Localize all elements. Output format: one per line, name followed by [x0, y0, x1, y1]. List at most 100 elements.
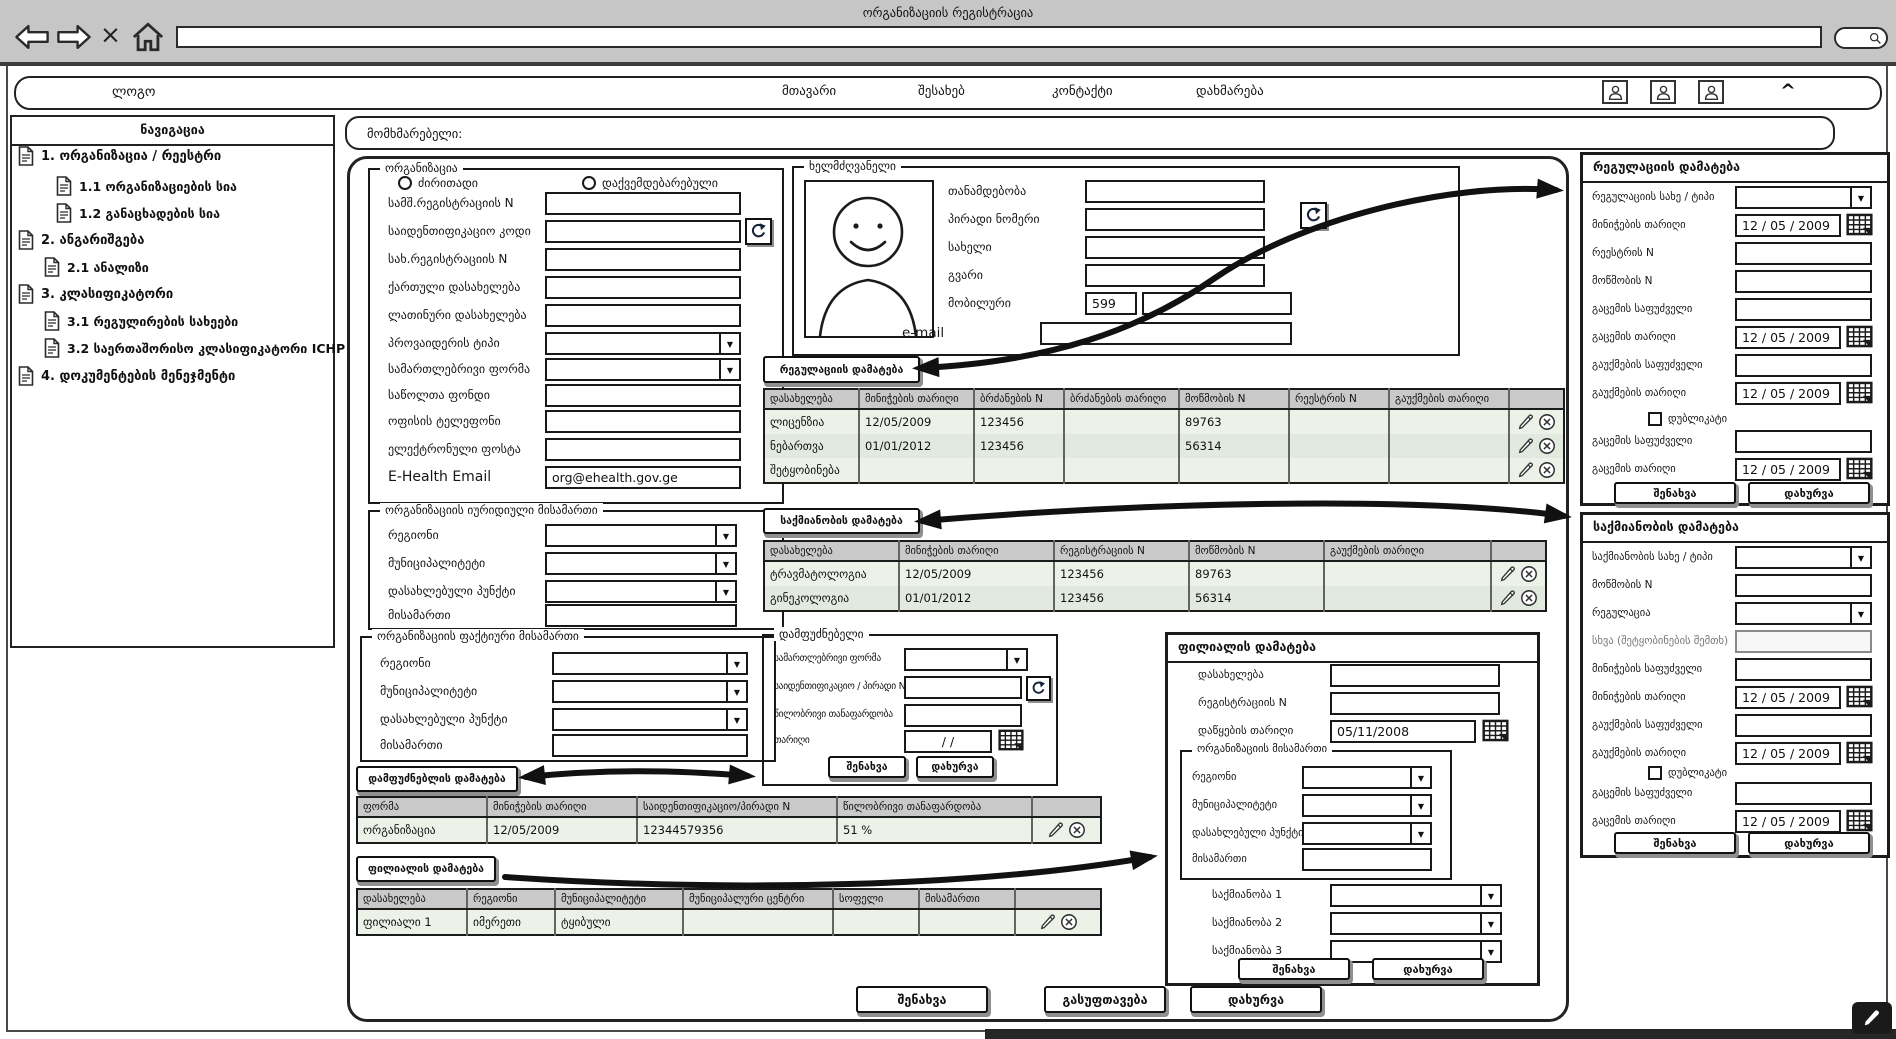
regulation-cancel-basis-input[interactable] — [1735, 354, 1872, 377]
sidebar-item-international-classifier[interactable]: 3.2 საერთაშორისო კლასიფიკატორი ICHP — [44, 338, 345, 358]
first-name-input[interactable] — [1085, 236, 1265, 259]
form-close-button[interactable]: დახურვა — [1190, 986, 1322, 1013]
ehealth-email-input[interactable]: org@ehealth.gov.ge — [545, 466, 741, 489]
refresh-button[interactable] — [1026, 676, 1051, 701]
mobile-input[interactable] — [1142, 292, 1292, 315]
position-input[interactable] — [1085, 180, 1265, 203]
sidebar-item-applications-list[interactable]: 1.2 განაცხადების სია — [56, 203, 220, 223]
delete-icon[interactable] — [1520, 565, 1538, 583]
email-input[interactable] — [545, 438, 741, 461]
branch-close-button[interactable]: დახურვა — [1372, 958, 1484, 980]
office-phone-input[interactable] — [545, 410, 741, 433]
activity-assign-basis-input[interactable] — [1735, 658, 1872, 681]
actual-settlement-dropdown[interactable]: ▼ — [552, 708, 748, 731]
regulation-assign-date-input[interactable]: 12 / 05 / 2009 — [1735, 214, 1841, 237]
calendar-icon[interactable] — [1482, 718, 1509, 743]
edit-icon[interactable] — [1047, 821, 1065, 839]
back-icon[interactable] — [14, 22, 50, 52]
branch-municipality-dropdown[interactable]: ▼ — [1302, 794, 1432, 817]
sidebar-item-classifier[interactable]: 3. კლასიფიკატორი — [18, 284, 173, 304]
activity-cancel-date-input[interactable]: 12 / 05 / 2009 — [1735, 742, 1841, 765]
actual-region-dropdown[interactable]: ▼ — [552, 652, 748, 675]
org-state-reg-input[interactable] — [545, 248, 741, 271]
duplicate-checkbox[interactable] — [1648, 412, 1662, 426]
regulation-cancel-date-input[interactable]: 12 / 05 / 2009 — [1735, 382, 1841, 405]
nav-about[interactable]: შესახებ — [918, 84, 965, 99]
radio-subordinate-org[interactable] — [582, 176, 596, 190]
regulation-issue-basis-input[interactable] — [1735, 298, 1872, 321]
activity-type-dropdown[interactable]: ▼ — [1735, 546, 1872, 569]
add-activity-button[interactable]: საქმიანობის დამატება — [763, 508, 920, 534]
activity-save-button[interactable]: შენახვა — [1614, 832, 1736, 854]
branch-start-date-input[interactable]: 05/11/2008 — [1330, 720, 1476, 743]
form-save-button[interactable]: შენახვა — [856, 986, 988, 1013]
actual-municipality-dropdown[interactable]: ▼ — [552, 680, 748, 703]
founder-save-button[interactable]: შენახვა — [828, 756, 906, 778]
sidebar-item-organizations-list[interactable]: 1.1 ორგანიზაციების სია — [56, 176, 237, 196]
branch-settlement-dropdown[interactable]: ▼ — [1302, 822, 1432, 845]
stop-icon[interactable]: × — [100, 20, 121, 49]
actual-address-input[interactable] — [552, 734, 748, 757]
user-button-2[interactable] — [1650, 80, 1676, 104]
regulation-dup-issue-date-input[interactable]: 12 / 05 / 2009 — [1735, 458, 1841, 481]
calendar-icon[interactable] — [1846, 684, 1873, 709]
branch-reg-number-input[interactable] — [1330, 692, 1500, 715]
org-reg-number-input[interactable] — [545, 192, 741, 215]
forward-icon[interactable] — [56, 22, 92, 52]
org-latin-name-input[interactable] — [545, 304, 741, 327]
refresh-button[interactable] — [1300, 202, 1327, 229]
branch-region-dropdown[interactable]: ▼ — [1302, 766, 1432, 789]
home-icon[interactable] — [129, 20, 167, 54]
edit-icon[interactable] — [1039, 913, 1057, 931]
calendar-icon[interactable] — [1846, 212, 1873, 237]
branch-activity1-dropdown[interactable]: ▼ — [1330, 884, 1502, 907]
edit-icon[interactable] — [1499, 565, 1517, 583]
legal-address-input[interactable] — [545, 604, 737, 627]
sidebar-item-reporting[interactable]: 2. ანგარიშგება — [18, 230, 144, 250]
legal-region-dropdown[interactable]: ▼ — [545, 524, 737, 547]
user-button-3[interactable] — [1698, 80, 1724, 104]
delete-icon[interactable] — [1538, 437, 1556, 455]
activity-dup-issue-date-input[interactable]: 12 / 05 / 2009 — [1735, 810, 1841, 833]
edit-icon[interactable] — [1499, 589, 1517, 607]
delete-icon[interactable] — [1520, 589, 1538, 607]
regulation-certificate-n-input[interactable] — [1735, 270, 1872, 293]
add-branch-button[interactable]: ფილიალის დამატება — [356, 856, 496, 882]
delete-icon[interactable] — [1538, 461, 1556, 479]
branch-activity2-dropdown[interactable]: ▼ — [1330, 912, 1502, 935]
calendar-icon[interactable] — [1846, 808, 1873, 833]
refresh-button[interactable] — [745, 218, 772, 245]
collapse-caret[interactable]: ^ — [1780, 80, 1796, 102]
founder-share-input[interactable] — [904, 704, 1022, 727]
nav-main[interactable]: მთავარი — [782, 84, 836, 99]
regulation-registry-n-input[interactable] — [1735, 242, 1872, 265]
calendar-icon[interactable] — [1846, 380, 1873, 405]
delete-icon[interactable] — [1538, 413, 1556, 431]
manager-photo[interactable] — [804, 180, 934, 338]
regulation-close-button[interactable]: დახურვა — [1748, 482, 1870, 504]
org-ident-code-input[interactable] — [545, 220, 741, 243]
legal-settlement-dropdown[interactable]: ▼ — [545, 580, 737, 603]
sidebar-item-regulation-types[interactable]: 3.1 რეგულირების სახეები — [44, 311, 238, 331]
mobile-prefix-dropdown[interactable]: 599 — [1085, 292, 1137, 315]
delete-icon[interactable] — [1068, 821, 1086, 839]
branch-name-input[interactable] — [1330, 664, 1500, 687]
branch-address-input[interactable] — [1302, 848, 1432, 871]
last-name-input[interactable] — [1085, 264, 1265, 287]
manager-email-input[interactable] — [1040, 322, 1292, 345]
add-regulation-button[interactable]: რეგულაციის დამატება — [763, 356, 920, 383]
personal-number-input[interactable] — [1085, 208, 1265, 231]
add-founder-button[interactable]: დამფუძნებლის დამატება — [356, 766, 518, 792]
founder-date-input[interactable]: / / — [904, 730, 992, 753]
calendar-icon[interactable] — [998, 728, 1024, 752]
nav-contact[interactable]: კონტაქტი — [1052, 84, 1113, 99]
search-box[interactable] — [1834, 27, 1888, 49]
activity-other-input[interactable] — [1735, 630, 1872, 653]
legal-form-dropdown[interactable]: ▼ — [545, 358, 741, 381]
sidebar-item-document-management[interactable]: 4. დოკუმენტების მენეჯმენტი — [18, 366, 235, 386]
founder-legal-form-dropdown[interactable]: ▼ — [904, 648, 1028, 671]
calendar-icon[interactable] — [1846, 740, 1873, 765]
legal-municipality-dropdown[interactable]: ▼ — [545, 552, 737, 575]
regulation-issue-date-input[interactable]: 12 / 05 / 2009 — [1735, 326, 1841, 349]
calendar-icon[interactable] — [1846, 456, 1873, 481]
